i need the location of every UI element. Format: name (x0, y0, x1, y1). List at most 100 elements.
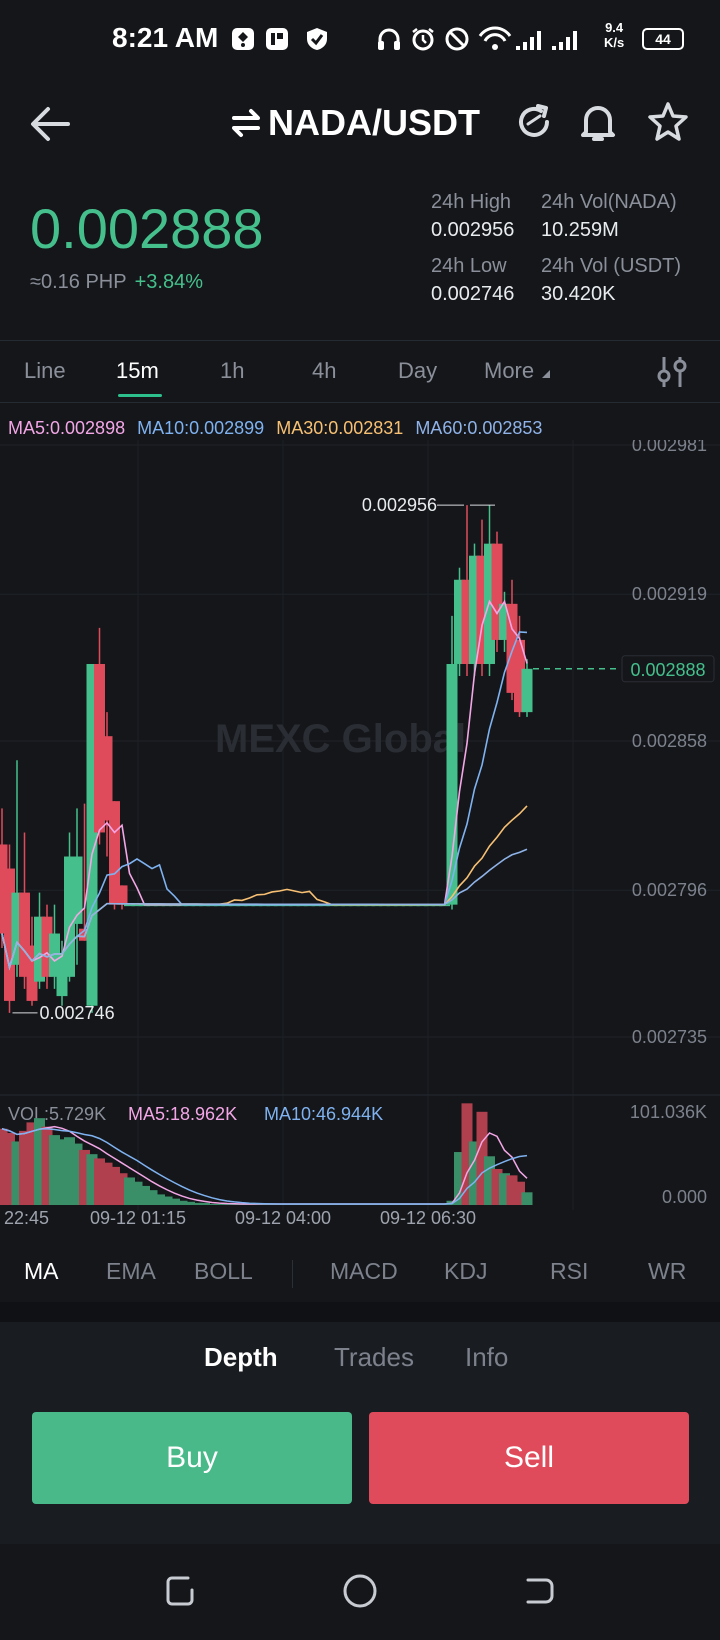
back-nav-icon[interactable] (520, 1572, 558, 1610)
y-tick-label: 0.002919 (632, 584, 707, 604)
candle-body (71, 856, 83, 924)
indicator-rsi[interactable]: RSI (550, 1258, 588, 1285)
indicator-kdj[interactable]: KDJ (444, 1258, 487, 1285)
shield-icon (307, 28, 327, 50)
network-speed-unit: K/s (604, 35, 625, 50)
refresh-icon[interactable] (514, 102, 554, 142)
current-price-label: 0.002888 (630, 660, 705, 680)
pdax-app-icon (266, 28, 288, 50)
low-annotation: 0.002746 (40, 1003, 115, 1023)
divider (0, 340, 720, 341)
trade-area: Buy Sell (0, 1392, 720, 1544)
vol-ma5-legend: MA5:18.962K (128, 1104, 237, 1124)
caret-icon (542, 370, 551, 378)
stat-low-value: 0.002746 (431, 283, 515, 305)
battery-indicator: 44 (642, 28, 684, 50)
price-subline: ≈0.16 PHP +3.84% (30, 271, 264, 294)
do-not-disturb-icon (445, 27, 469, 51)
divider (0, 402, 720, 403)
stat-vol-base-label: 24h Vol(NADA) (541, 191, 677, 213)
volume-tick-label: 101.036K (630, 1102, 707, 1122)
php-equivalent: ≈0.16 PHP (30, 271, 127, 293)
high-annotation: 0.002956 (362, 495, 437, 515)
signal-icon-1 (516, 31, 541, 50)
buy-button[interactable]: Buy (32, 1412, 352, 1504)
indicator-tabs: MA EMA BOLL MACD KDJ RSI WR (0, 1244, 720, 1300)
watermark: MEXC Global (215, 717, 466, 761)
x-tick-label: 09-12 04:00 (235, 1208, 331, 1228)
tab-day[interactable]: Day (398, 358, 437, 384)
status-time: 8:21 AM (112, 22, 219, 53)
y-tick-label: 0.002858 (632, 731, 707, 751)
pair-name: NADA/USDT (268, 102, 480, 143)
indicator-separator (292, 1260, 293, 1288)
candle-body (521, 668, 533, 713)
vol-legend: VOL:5.729K (8, 1104, 106, 1124)
indicator-ma[interactable]: MA (24, 1258, 59, 1285)
stat-vol-base-value: 10.259M (541, 219, 619, 241)
ma-legend: MA5:0.002898 MA10:0.002899 MA30:0.002831 MA… (8, 418, 554, 439)
tab-15m[interactable]: 15m (116, 358, 159, 384)
nav-bar (0, 1544, 720, 1640)
tab-depth[interactable]: Depth (204, 1342, 278, 1373)
volume-bar (521, 1192, 533, 1205)
volume-tick-label: 0.000 (662, 1187, 707, 1207)
wifi-icon (478, 26, 512, 50)
x-tick-label: 09-12 01:15 (90, 1208, 186, 1228)
network-speed: 9.4 K/s (604, 20, 624, 50)
indicator-macd[interactable]: MACD (330, 1258, 398, 1285)
y-tick-label: 0.002796 (632, 880, 707, 900)
binance-app-icon (232, 28, 254, 50)
vol-ma10-legend: MA10:46.944K (264, 1104, 383, 1124)
x-axis-labels: 22:45 09-12 01:15 09-12 04:00 09-12 06:30 (4, 1208, 476, 1228)
signal-icon-2 (552, 31, 577, 50)
ma30-legend: MA30:0.002831 (276, 418, 404, 438)
indicator-ema[interactable]: EMA (106, 1258, 156, 1285)
y-axis-labels: 0.002981 0.002919 0.002858 0.002796 0.002735 (632, 440, 707, 1047)
header: NADA/USDT (0, 84, 720, 164)
tab-more[interactable]: More (484, 358, 551, 384)
stat-vol-quote-label: 24h Vol (USDT) (541, 255, 682, 277)
pair-title[interactable]: NADA/USDT (230, 102, 480, 144)
chart-settings-icon[interactable] (654, 354, 690, 390)
stat-vol-quote-value: 30.420K (541, 283, 616, 305)
y-tick-label: 0.002981 (632, 440, 707, 455)
ma60-legend: MA60:0.002853 (415, 418, 543, 438)
y-tick-label: 0.002735 (632, 1027, 707, 1047)
x-tick-label: 22:45 (4, 1208, 49, 1228)
tab-info[interactable]: Info (465, 1342, 508, 1373)
section-gap (0, 1302, 720, 1322)
bell-icon[interactable] (578, 100, 618, 144)
tab-1h[interactable]: 1h (220, 358, 244, 384)
recent-apps-icon[interactable] (162, 1572, 200, 1610)
tab-4h[interactable]: 4h (312, 358, 336, 384)
swap-icon (232, 109, 260, 137)
stats-col-2: 24h Vol(NADA) 10.259M 24h Vol (USDT) 30.… (541, 188, 681, 308)
headphones-icon (378, 28, 400, 50)
alarm-icon (412, 28, 434, 51)
indicator-boll[interactable]: BOLL (194, 1258, 253, 1285)
tab-line[interactable]: Line (24, 358, 66, 384)
bottom-tabs: Depth Trades Info (0, 1322, 720, 1392)
tab-trades[interactable]: Trades (334, 1342, 414, 1373)
status-bar: 8:21 AM 9.4 K/s 44 (0, 0, 720, 84)
sell-button[interactable]: Sell (369, 1412, 689, 1504)
stat-low-label: 24h Low (431, 255, 507, 277)
star-icon[interactable] (646, 100, 690, 144)
candlestick-chart[interactable]: MEXC Global 0.0029810.0029190.0028580.00… (0, 440, 720, 1240)
last-price: 0.002888 (30, 197, 264, 260)
tab-more-label: More (484, 358, 535, 383)
stat-high-value: 0.002956 (431, 219, 515, 241)
back-arrow-icon[interactable] (28, 104, 72, 144)
ma10-legend: MA10:0.002899 (137, 418, 265, 438)
ma5-legend: MA5:0.002898 (8, 418, 126, 438)
candle-body (116, 885, 128, 905)
stat-high-label: 24h High (431, 191, 512, 213)
tab-underline (118, 394, 162, 397)
candle-body (446, 663, 458, 905)
interval-tabs: Line 15m 1h 4h Day More (0, 344, 720, 400)
change-percent: +3.84% (134, 271, 203, 293)
indicator-wr[interactable]: WR (648, 1258, 686, 1285)
home-icon[interactable] (341, 1572, 379, 1610)
network-speed-value: 9.4 (605, 20, 624, 35)
